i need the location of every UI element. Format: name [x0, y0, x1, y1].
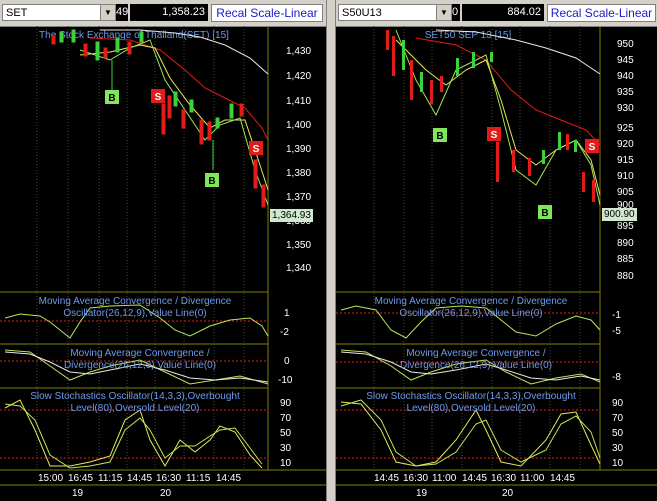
svg-text:B: B [208, 176, 215, 187]
price-tick: 1,370 [286, 192, 312, 203]
price-tick: 915 [617, 155, 634, 166]
svg-text:S: S [491, 130, 498, 141]
price-tick: 895 [617, 221, 634, 232]
macd-osc-tick: -1 [612, 310, 621, 321]
svg-text:B: B [108, 93, 115, 104]
right-macd-osc-title: Moving Average Convergence / Divergence … [374, 296, 568, 319]
time-label: 16:30 [156, 473, 182, 484]
macd-tick: -8 [612, 372, 621, 383]
price-tick: 1,350 [286, 240, 312, 251]
svg-text:S: S [253, 144, 260, 155]
stoch-tick: 30 [612, 443, 624, 454]
time-label: 11:00 [432, 473, 457, 484]
left-chart-svg: B S B S [0, 26, 326, 486]
price-tick: 925 [617, 123, 634, 134]
price-tick: 940 [617, 71, 634, 82]
svg-text:S: S [155, 92, 162, 103]
time-label: 16:30 [491, 473, 517, 484]
price-tick: 1,400 [286, 120, 312, 131]
date-label: 20 [160, 488, 172, 499]
stoch-tick: 90 [612, 398, 624, 409]
price-tick: 1,410 [286, 96, 312, 107]
time-label: 11:00 [520, 473, 545, 484]
right-stoch-title: Slow Stochastics Oscillator(14,3,3),Over… [366, 391, 576, 414]
time-label: 14:45 [374, 473, 400, 484]
right-chart-panel: S50U13 ▼ 0 884.02 Recal Scale-Linear SET… [336, 0, 657, 501]
stoch-tick: 50 [612, 428, 624, 439]
time-label: 14:45 [550, 473, 576, 484]
right-macd-title: Moving Average Convergence / Divergence(… [399, 348, 553, 371]
price-tick: 1,430 [286, 46, 312, 57]
price-tick: 1,390 [286, 144, 312, 155]
price-tick: 890 [617, 238, 634, 249]
svg-text:S: S [589, 142, 596, 153]
stoch-tick: 90 [280, 398, 292, 409]
price-tick: 1,420 [286, 71, 312, 82]
price-tick: 1,340 [286, 263, 312, 274]
macd-osc-tick: 1 [284, 308, 290, 319]
stoch-tick: 70 [280, 413, 292, 424]
price-tick: 935 [617, 87, 634, 98]
left-last-price-label: 1,364.93 [270, 209, 313, 222]
time-label: 16:45 [68, 473, 94, 484]
svg-text:B: B [436, 131, 443, 142]
stoch-tick: 10 [280, 458, 292, 469]
time-label: 14:45 [127, 473, 153, 484]
price-tick: 950 [617, 39, 634, 50]
price-tick: 930 [617, 103, 634, 114]
time-label: 14:45 [462, 473, 488, 484]
time-label: 11:15 [98, 473, 123, 484]
time-label: 16:30 [403, 473, 429, 484]
price-tick: 880 [617, 271, 634, 282]
macd-osc-tick: -2 [280, 327, 289, 338]
left-macd-title: Moving Average Convergence / Divergence(… [63, 348, 217, 371]
stoch-tick: 70 [612, 413, 624, 424]
left-chart-panel: SET ▼ 49 1,358.23 Recal Scale-Linear The… [0, 0, 326, 501]
left-macd-osc-title: Moving Average Convergence / Divergence … [38, 296, 232, 319]
price-tick: 945 [617, 55, 634, 66]
left-stoch-title: Slow Stochastics Oscillator(14,3,3),Over… [30, 391, 240, 414]
stoch-tick: 30 [280, 443, 292, 454]
right-last-price-label: 900.90 [602, 208, 637, 221]
time-label: 15:00 [38, 473, 64, 484]
svg-text:B: B [541, 208, 548, 219]
panel-splitter[interactable] [326, 0, 336, 501]
time-label: 14:45 [216, 473, 242, 484]
date-label: 19 [416, 488, 428, 499]
time-label: 11:15 [186, 473, 211, 484]
date-label: 19 [72, 488, 84, 499]
macd-tick: 0 [284, 356, 290, 367]
price-tick: 1,380 [286, 168, 312, 179]
right-chart-svg: B S B S [336, 26, 657, 486]
macd-osc-tick: -5 [612, 326, 621, 337]
price-tick: 905 [617, 187, 634, 198]
price-tick: 885 [617, 254, 634, 265]
stoch-tick: 50 [280, 428, 292, 439]
price-tick: 920 [617, 139, 634, 150]
price-tick: 910 [617, 171, 634, 182]
stoch-tick: 10 [612, 458, 624, 469]
macd-tick: -10 [278, 375, 293, 386]
date-label: 20 [502, 488, 514, 499]
